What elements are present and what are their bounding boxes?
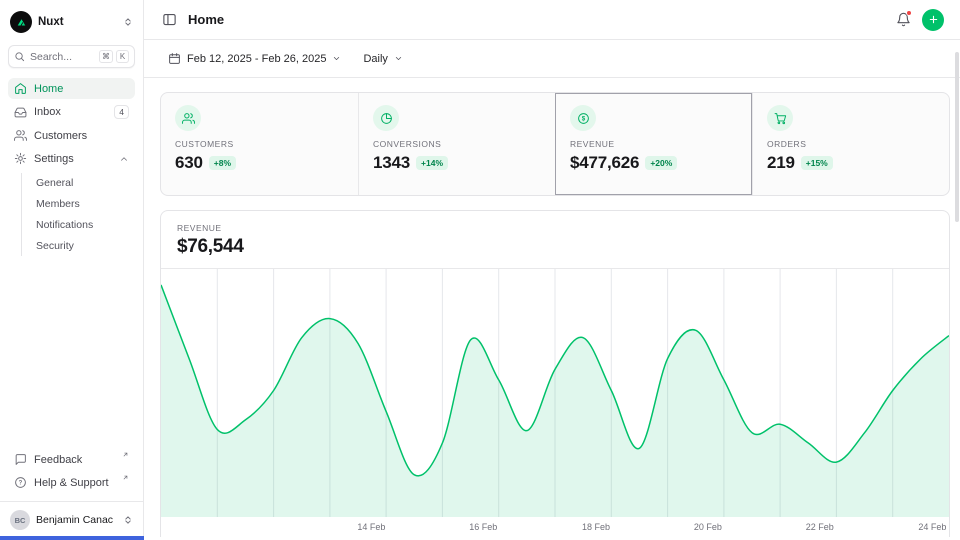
dollar-circle-icon: $ [577, 112, 590, 125]
chevrons-up-down-icon [123, 17, 133, 27]
external-link-icon [122, 474, 129, 481]
kbd-k: K [116, 50, 129, 63]
user-menu[interactable]: BC Benjamin Canac [8, 502, 135, 532]
help-circle-icon: ? [14, 476, 27, 489]
main-area: Home Feb 12, 2025 - Feb 26, 2025 Daily [144, 0, 960, 540]
sidebar-item-home[interactable]: Home [8, 78, 135, 99]
x-axis-label: 16 Feb [469, 522, 497, 532]
chevrons-up-down-icon [123, 515, 133, 525]
sidebar-toggle-button[interactable] [160, 10, 179, 29]
home-icon [14, 82, 27, 95]
revenue-chart-card: REVENUE $76,544 14 Feb 16 Feb 18 Feb 20 Feb… [160, 210, 950, 537]
stat-value: 219 [767, 153, 795, 173]
gear-icon [14, 152, 27, 165]
inbox-icon [14, 106, 27, 119]
sidebar-subitem-members[interactable]: Members [32, 194, 135, 214]
content-area: CUSTOMERS 630 +8% CONVERSIONS 1343 +14% [144, 78, 960, 540]
sidebar-item-help-support[interactable]: ? Help & Support [8, 472, 135, 493]
sidebar-item-customers[interactable]: Settings Customers [8, 125, 135, 146]
x-axis-label: 20 Feb [694, 522, 722, 532]
x-axis-label: 14 Feb [357, 522, 385, 532]
chart-revenue-label: REVENUE [177, 223, 933, 233]
stats-row: CUSTOMERS 630 +8% CONVERSIONS 1343 +14% [160, 92, 950, 196]
nuxt-logo-icon [10, 11, 32, 33]
stat-delta-badge: +8% [209, 156, 236, 170]
sidebar-footer: Feedback ? Help & Support [8, 449, 135, 493]
sidebar-item-inbox[interactable]: Inbox 4 [8, 101, 135, 123]
stat-card-orders[interactable]: ORDERS 219 +15% [752, 93, 949, 195]
x-axis-label: 22 Feb [806, 522, 834, 532]
stat-value: 1343 [373, 153, 410, 173]
date-range-label: Feb 12, 2025 - Feb 26, 2025 [187, 53, 326, 65]
search-shortcut: ⌘K [99, 50, 129, 63]
stat-delta-badge: +15% [801, 156, 833, 170]
scrollbar-thumb[interactable] [955, 52, 959, 222]
settings-sub-list: General Members Notifications Security [21, 173, 135, 256]
stat-card-conversions[interactable]: CONVERSIONS 1343 +14% [358, 93, 555, 195]
revenue-area-chart [161, 269, 949, 517]
search-icon [14, 51, 25, 62]
sidebar-item-settings[interactable]: Settings [8, 148, 135, 169]
external-link-icon [122, 451, 129, 458]
chevron-down-icon [332, 54, 341, 63]
scrollbar[interactable] [955, 44, 959, 536]
sidebar-item-feedback[interactable]: Feedback [8, 449, 135, 470]
inbox-count-badge: 4 [114, 105, 129, 119]
chart-revenue-value: $76,544 [177, 236, 933, 258]
x-axis-label: 18 Feb [582, 522, 610, 532]
x-axis-labels: 14 Feb 16 Feb 18 Feb 20 Feb 22 Feb 24 Feb [161, 517, 949, 537]
chart-header: REVENUE $76,544 [161, 211, 949, 269]
stat-label: CONVERSIONS [373, 139, 541, 149]
notification-dot [906, 10, 912, 16]
add-button[interactable] [922, 9, 944, 31]
kbd-cmd: ⌘ [99, 50, 113, 63]
team-name: Nuxt [38, 16, 117, 28]
panel-left-icon [162, 12, 177, 27]
filters-toolbar: Feb 12, 2025 - Feb 26, 2025 Daily [144, 40, 960, 78]
pie-chart-icon [380, 112, 393, 125]
team-switcher[interactable]: Nuxt [8, 8, 135, 36]
sidebar-subitem-notifications[interactable]: Notifications [32, 215, 135, 235]
granularity-select[interactable]: Daily [355, 48, 410, 70]
sidebar-spacer [8, 258, 135, 449]
app-root: Nuxt Search... ⌘K Home Inbox 4 [0, 0, 960, 540]
user-name: Benjamin Canac [36, 514, 117, 526]
users-icon [182, 112, 195, 125]
x-axis-label: 24 Feb [918, 522, 946, 532]
avatar: BC [10, 510, 30, 530]
message-icon [14, 453, 27, 466]
sidebar-nav: Home Inbox 4 Settings Customers Settings [8, 78, 135, 258]
users-icon [14, 129, 27, 142]
stat-label: ORDERS [767, 139, 935, 149]
svg-text:?: ? [19, 481, 23, 487]
sidebar-subitem-security[interactable]: Security [32, 236, 135, 256]
top-bar: Home [144, 0, 960, 40]
stat-label: REVENUE [570, 139, 738, 149]
bottom-edge-artifact [0, 536, 144, 540]
plus-icon [928, 14, 939, 25]
sidebar-subitem-general[interactable]: General [32, 173, 135, 193]
chevron-up-icon [119, 154, 129, 164]
sidebar: Nuxt Search... ⌘K Home Inbox 4 [0, 0, 144, 540]
stat-value: 630 [175, 153, 203, 173]
date-range-picker[interactable]: Feb 12, 2025 - Feb 26, 2025 [160, 47, 349, 70]
search-placeholder: Search... [30, 51, 94, 63]
calendar-icon [168, 52, 181, 65]
svg-text:$: $ [581, 115, 585, 122]
stat-delta-badge: +14% [416, 156, 448, 170]
stat-delta-badge: +20% [645, 156, 677, 170]
stat-label: CUSTOMERS [175, 139, 344, 149]
revenue-chart[interactable] [161, 269, 949, 517]
notifications-button[interactable] [894, 10, 913, 29]
stat-card-customers[interactable]: CUSTOMERS 630 +8% [161, 93, 358, 195]
search-input[interactable]: Search... ⌘K [8, 45, 135, 68]
page-title: Home [188, 12, 224, 27]
cart-icon [774, 112, 787, 125]
granularity-label: Daily [363, 53, 387, 65]
stat-value: $477,626 [570, 153, 639, 173]
chevron-down-icon [394, 54, 403, 63]
stat-card-revenue[interactable]: $ REVENUE $477,626 +20% [555, 93, 752, 195]
